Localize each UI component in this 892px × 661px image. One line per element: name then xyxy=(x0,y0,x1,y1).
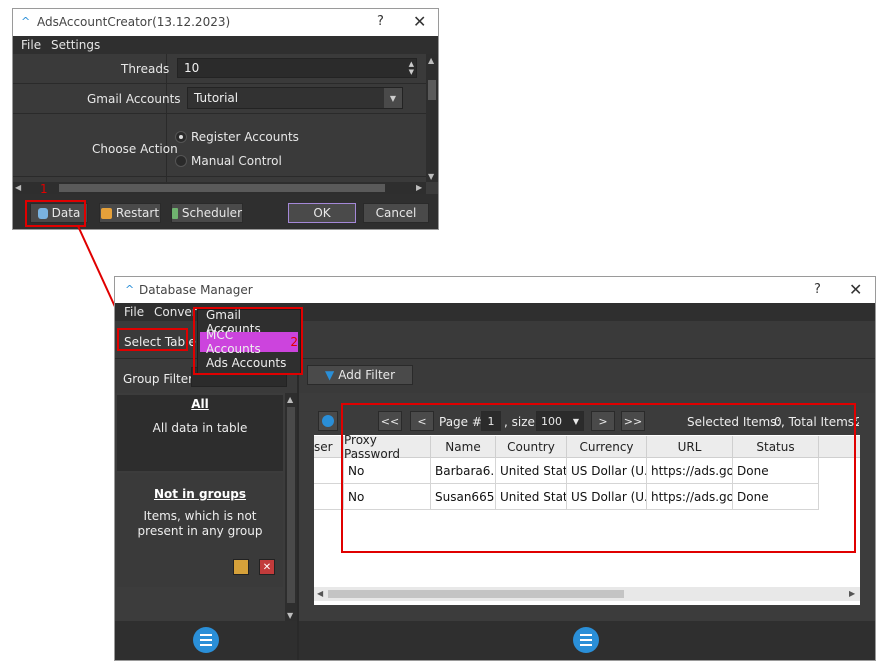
menu-settings[interactable]: Settings xyxy=(51,38,100,52)
help-icon[interactable]: ? xyxy=(377,14,384,29)
scroll-thumb[interactable] xyxy=(428,80,436,100)
list-menu-icon-2[interactable] xyxy=(573,627,599,653)
annotation-1: 1 xyxy=(40,182,48,196)
groups-scrollbar[interactable]: ▲ ▼ xyxy=(285,393,297,621)
horizontal-scrollbar[interactable]: ◀ ▶ xyxy=(13,182,426,194)
group-title: Not in groups xyxy=(153,487,247,501)
scroll-up-icon[interactable]: ▲ xyxy=(428,56,434,65)
select-table-highlight xyxy=(117,328,188,351)
scroll-thumb-h[interactable] xyxy=(59,184,385,192)
dropdown-highlight xyxy=(193,307,303,375)
cell-ser xyxy=(314,458,344,484)
group-filter-label: Group Filter: xyxy=(123,372,197,386)
threads-label: Threads xyxy=(121,62,170,76)
gmail-accounts-select[interactable]: Tutorial ▼ xyxy=(187,87,403,109)
scroll-up-icon-2[interactable]: ▲ xyxy=(287,395,293,404)
column-header-ser[interactable]: ser xyxy=(314,436,344,458)
spin-arrows-icon[interactable]: ▲ ▼ xyxy=(409,60,414,76)
list-menu-icon[interactable] xyxy=(193,627,219,653)
app-logo-icon-2: ^ xyxy=(125,283,135,296)
restart-icon xyxy=(100,207,112,219)
scroll-down-icon[interactable]: ▼ xyxy=(428,172,434,181)
register-accounts-label: Register Accounts xyxy=(191,130,299,144)
groups-list: All All data in table Not in groups Item… xyxy=(115,393,285,621)
group-desc: Items, which is not present in any group xyxy=(137,509,263,538)
left-footer xyxy=(115,621,297,660)
groups-scroll-thumb[interactable] xyxy=(287,407,295,603)
menu-file-2[interactable]: File xyxy=(124,305,144,319)
ok-button[interactable]: OK xyxy=(288,203,356,223)
window-title-2: Database Manager xyxy=(139,283,253,297)
group-title: All xyxy=(191,397,209,411)
radio-manual-control[interactable] xyxy=(175,155,187,167)
threads-input[interactable]: 10 ▲ ▼ xyxy=(177,58,417,78)
manual-control-label: Manual Control xyxy=(191,154,282,168)
vertical-scrollbar[interactable]: ▲ ▼ xyxy=(426,54,438,182)
refresh-icon xyxy=(322,415,334,427)
filter-icon: ▼ xyxy=(325,368,335,382)
group-item-not-in-groups[interactable]: Not in groups Items, which is not presen… xyxy=(117,473,283,587)
scroll-down-icon-2[interactable]: ▼ xyxy=(287,611,293,620)
chevron-down-icon[interactable]: ▼ xyxy=(384,88,402,108)
calendar-icon xyxy=(172,207,178,219)
table-horizontal-scrollbar[interactable]: ◀ ▶ xyxy=(314,587,860,601)
refresh-button[interactable] xyxy=(318,411,338,431)
gmail-accounts-label: Gmail Accounts xyxy=(87,92,181,106)
close-icon[interactable]: ✕ xyxy=(413,12,426,31)
menu-bar: File Settings xyxy=(13,36,438,54)
scheduler-button[interactable]: Scheduler xyxy=(171,203,243,223)
cancel-button[interactable]: Cancel xyxy=(363,203,429,223)
radio-register-accounts[interactable] xyxy=(175,131,187,143)
scroll-left-icon-2[interactable]: ◀ xyxy=(317,589,323,598)
delete-icon[interactable]: ✕ xyxy=(259,559,275,575)
window-title-bar[interactable]: ^ AdsAccountCreator(13.12.2023) ? ✕ xyxy=(13,9,438,36)
window-title-bar-2[interactable]: ^ Database Manager ? ✕ xyxy=(115,277,875,303)
scroll-right-icon[interactable]: ▶ xyxy=(416,183,422,192)
scroll-left-icon[interactable]: ◀ xyxy=(15,183,21,192)
table-highlight xyxy=(341,403,856,553)
app-logo-icon: ^ xyxy=(21,15,31,28)
choose-action-label: Choose Action xyxy=(92,142,178,156)
close-icon-2[interactable]: ✕ xyxy=(849,280,862,299)
window-title: AdsAccountCreator(13.12.2023) xyxy=(37,15,231,29)
menu-file[interactable]: File xyxy=(21,38,41,52)
cell-ser xyxy=(314,484,344,510)
group-item-all[interactable]: All All data in table xyxy=(117,395,283,471)
help-icon-2[interactable]: ? xyxy=(814,282,821,297)
restart-button[interactable]: Restart xyxy=(99,203,161,223)
scroll-right-icon-2[interactable]: ▶ xyxy=(849,589,855,598)
add-filter-button[interactable]: ▼ Add Filter xyxy=(307,365,413,385)
right-footer xyxy=(299,621,875,660)
settings-panel: Threads 10 ▲ ▼ Gmail Accounts Tutorial ▼ … xyxy=(13,54,426,182)
ads-creator-window: ^ AdsAccountCreator(13.12.2023) ? ✕ File… xyxy=(12,8,439,230)
clipboard-icon[interactable] xyxy=(233,559,249,575)
group-desc: All data in table xyxy=(152,421,248,435)
table-scroll-thumb[interactable] xyxy=(328,590,624,598)
